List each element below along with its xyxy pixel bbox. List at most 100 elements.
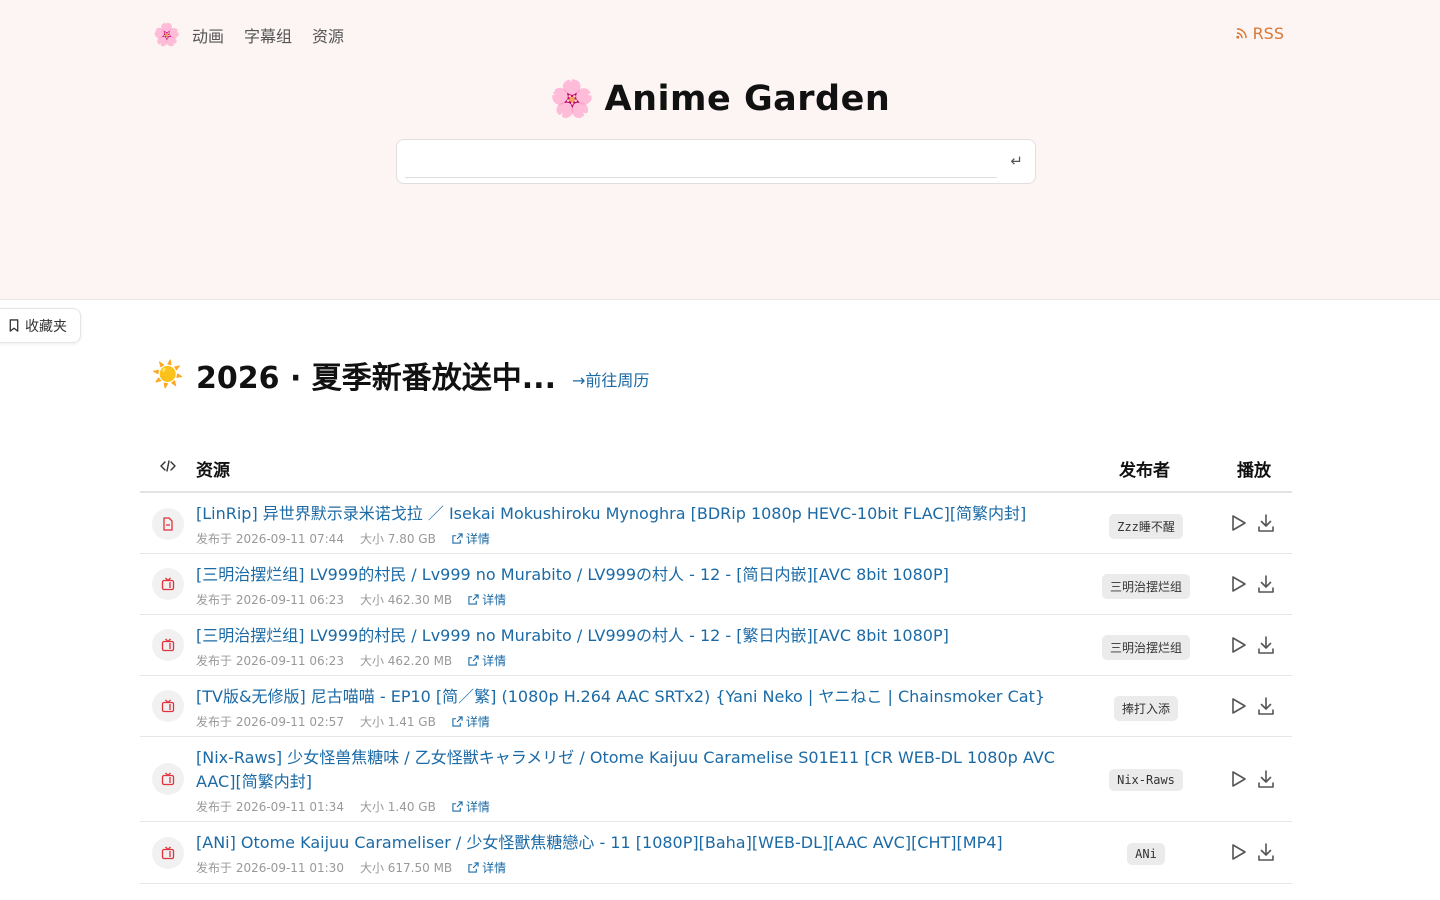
resource-title-link[interactable]: [ANi] Otome Kaijuu Carameliser / 少女怪獸焦糖戀… — [196, 831, 1066, 855]
resource-meta: 发布于 2026-09-11 02:57 大小 1.41 GB 详情 — [196, 713, 490, 730]
publisher-badge[interactable]: 三明治摆烂组 — [1102, 635, 1191, 660]
publisher-badge[interactable]: Zzz睡不醒 — [1109, 514, 1183, 539]
row-actions — [1228, 696, 1276, 716]
brand: 🌸 Anime Garden — [0, 78, 1440, 120]
top-nav: 🌸 动画 字幕组 资源 RSS — [152, 18, 1288, 52]
publisher-badge[interactable]: Nix-Raws — [1109, 769, 1183, 791]
calendar-link[interactable]: →前往周历 — [572, 367, 649, 391]
file-size: 大小 462.20 MB — [359, 654, 453, 668]
sun-icon: ☀️ — [151, 360, 185, 390]
hero-header: 🌸 动画 字幕组 资源 RSS 🌸 Anime Garden ↵ — [0, 0, 1440, 300]
tv-icon — [152, 568, 184, 600]
file-size: 大小 462.30 MB — [359, 593, 453, 607]
resource-meta: 发布于 2026-09-11 01:34 大小 1.40 GB 详情 — [196, 798, 490, 815]
play-icon[interactable] — [1228, 769, 1248, 789]
external-link-icon — [452, 533, 463, 544]
file-size: 大小 1.40 GB — [359, 800, 436, 814]
play-icon[interactable] — [1228, 635, 1248, 655]
row-actions — [1228, 842, 1276, 862]
brand-logo-icon: 🌸 — [549, 79, 595, 120]
download-icon[interactable] — [1256, 769, 1276, 789]
code-icon[interactable] — [160, 459, 176, 473]
detail-link[interactable]: 详情 — [468, 859, 506, 876]
table-row: [三明治摆烂组] LV999的村民 / Lv999 no Murabito / … — [140, 554, 1292, 615]
resource-title-link[interactable]: [三明治摆烂组] LV999的村民 / Lv999 no Murabito / … — [196, 563, 1066, 587]
resource-meta: 发布于 2026-09-11 06:23 大小 462.30 MB 详情 — [196, 591, 506, 608]
resource-table: 资源 发布者 播放 [LinRip] 异世界默示录米诺戈拉 ／ Isekai M… — [140, 442, 1292, 884]
publish-time: 发布于 2026-09-11 06:23 — [196, 593, 344, 607]
table-row: [TV版&无修版] 尼古喵喵 - EP10 [简／繁] (1080p H.264… — [140, 676, 1292, 737]
publisher-badge[interactable]: 三明治摆烂组 — [1102, 574, 1191, 599]
publish-time: 发布于 2026-09-11 06:23 — [196, 654, 344, 668]
favorites-button[interactable]: 收藏夹 — [0, 308, 81, 343]
tv-icon — [152, 837, 184, 869]
publisher-badge[interactable]: ANi — [1127, 843, 1165, 865]
nav-link-fansub[interactable]: 字幕组 — [244, 23, 292, 47]
file-icon — [152, 508, 184, 540]
resource-meta: 发布于 2026-09-11 07:44 大小 7.80 GB 详情 — [196, 530, 490, 547]
row-actions — [1228, 635, 1276, 655]
season-header: ☀️ 2026 · 夏季新番放送中... →前往周历 — [151, 354, 650, 396]
rss-link[interactable]: RSS — [1235, 24, 1284, 43]
nav-link-anime[interactable]: 动画 — [192, 23, 224, 47]
download-icon[interactable] — [1256, 696, 1276, 716]
tv-icon — [152, 690, 184, 722]
search-box: ↵ — [396, 139, 1036, 184]
detail-link[interactable]: 详情 — [452, 713, 490, 730]
resource-title-link[interactable]: [三明治摆烂组] LV999的村民 / Lv999 no Murabito / … — [196, 624, 1066, 648]
resource-title-link[interactable]: [Nix-Raws] 少女怪兽焦糖味 / 乙女怪獣キャラメリゼ / Otome … — [196, 746, 1066, 794]
external-link-icon — [468, 862, 479, 873]
detail-link[interactable]: 详情 — [468, 652, 506, 669]
publish-time: 发布于 2026-09-11 01:34 — [196, 800, 344, 814]
nav-link-resources[interactable]: 资源 — [312, 23, 344, 47]
play-icon[interactable] — [1228, 696, 1248, 716]
external-link-icon — [468, 594, 479, 605]
table-header: 资源 发布者 播放 — [140, 442, 1292, 493]
play-icon[interactable] — [1228, 842, 1248, 862]
table-row: [ANi] Otome Kaijuu Carameliser / 少女怪獸焦糖戀… — [140, 822, 1292, 884]
download-icon[interactable] — [1256, 574, 1276, 594]
detail-link[interactable]: 详情 — [452, 530, 490, 547]
file-size: 大小 617.50 MB — [359, 861, 453, 875]
detail-link[interactable]: 详情 — [452, 798, 490, 815]
season-title: 2026 · 夏季新番放送中... — [196, 361, 556, 396]
external-link-icon — [452, 716, 463, 727]
resource-title-link[interactable]: [TV版&无修版] 尼古喵喵 - EP10 [简／繁] (1080p H.264… — [196, 685, 1066, 709]
resource-meta: 发布于 2026-09-11 06:23 大小 462.20 MB 详情 — [196, 652, 506, 669]
publisher-badge[interactable]: 捧打入添 — [1114, 696, 1179, 721]
publish-time: 发布于 2026-09-11 07:44 — [196, 532, 344, 546]
search-input[interactable] — [405, 146, 997, 178]
download-icon[interactable] — [1256, 842, 1276, 862]
download-icon[interactable] — [1256, 513, 1276, 533]
play-icon[interactable] — [1228, 513, 1248, 533]
row-actions — [1228, 769, 1276, 789]
detail-link[interactable]: 详情 — [468, 591, 506, 608]
logo-small-icon[interactable]: 🌸 — [152, 20, 182, 50]
enter-icon[interactable]: ↵ — [1010, 152, 1023, 170]
resource-title-link[interactable]: [LinRip] 异世界默示录米诺戈拉 ／ Isekai Mokushiroku… — [196, 502, 1066, 526]
brand-title: Anime Garden — [604, 79, 891, 119]
tv-icon — [152, 629, 184, 661]
resource-meta: 发布于 2026-09-11 01:30 大小 617.50 MB 详情 — [196, 859, 506, 876]
external-link-icon — [468, 655, 479, 666]
header-play: 播放 — [1237, 461, 1271, 481]
bookmark-icon — [9, 319, 19, 332]
header-resource: 资源 — [196, 461, 230, 481]
table-row: [三明治摆烂组] LV999的村民 / Lv999 no Murabito / … — [140, 615, 1292, 676]
external-link-icon — [452, 801, 463, 812]
tv-icon — [152, 763, 184, 795]
row-actions — [1228, 513, 1276, 533]
publish-time: 发布于 2026-09-11 01:30 — [196, 861, 344, 875]
play-icon[interactable] — [1228, 574, 1248, 594]
rss-label: RSS — [1252, 24, 1284, 43]
table-row: [Nix-Raws] 少女怪兽焦糖味 / 乙女怪獣キャラメリゼ / Otome … — [140, 737, 1292, 822]
file-size: 大小 7.80 GB — [359, 532, 436, 546]
rss-icon — [1235, 28, 1247, 39]
header-publisher: 发布者 — [1119, 461, 1170, 481]
table-row: [LinRip] 异世界默示录米诺戈拉 ／ Isekai Mokushiroku… — [140, 493, 1292, 554]
publish-time: 发布于 2026-09-11 02:57 — [196, 715, 344, 729]
row-actions — [1228, 574, 1276, 594]
download-icon[interactable] — [1256, 635, 1276, 655]
file-size: 大小 1.41 GB — [359, 715, 436, 729]
favorites-label: 收藏夹 — [25, 318, 67, 335]
